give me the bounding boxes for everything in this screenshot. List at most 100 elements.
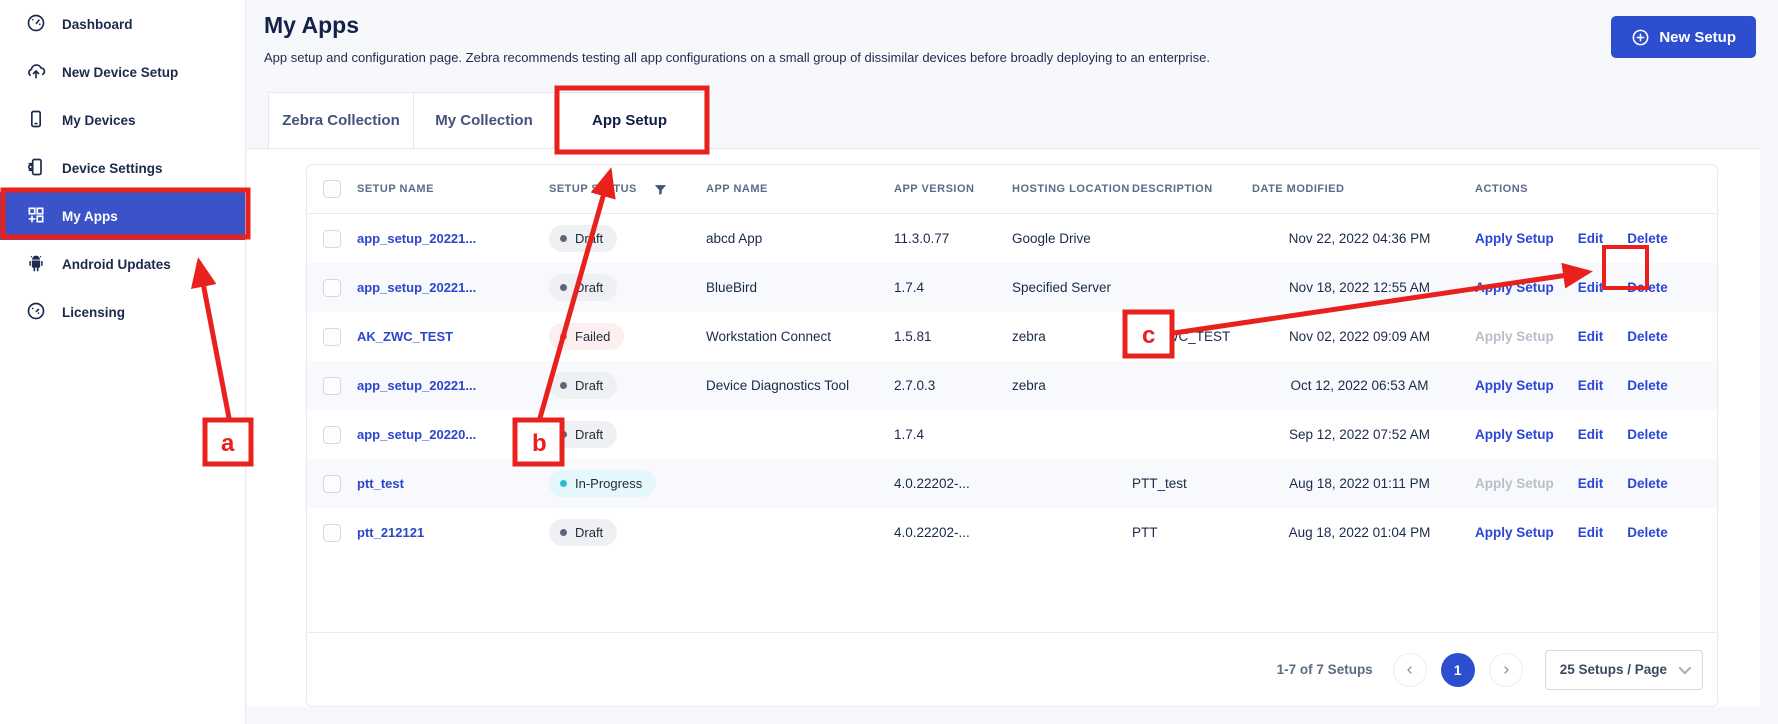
setup-name-link[interactable]: ptt_212121	[357, 525, 424, 540]
status-badge: Draft	[549, 421, 617, 448]
date-modified-cell: Nov 02, 2022 09:09 AM	[1252, 329, 1467, 344]
apply-setup-link[interactable]: Apply Setup	[1475, 231, 1554, 246]
setup-name-link[interactable]: app_setup_20221...	[357, 378, 476, 393]
date-modified-cell: Aug 18, 2022 01:04 PM	[1252, 525, 1467, 540]
status-badge: Draft	[549, 372, 617, 399]
sidebar-item-dashboard[interactable]: Dashboard	[0, 0, 245, 48]
previous-page-button[interactable]	[1393, 653, 1427, 687]
smartphone-icon	[26, 109, 46, 132]
new-setup-label: New Setup	[1659, 29, 1736, 46]
apply-setup-link[interactable]: Apply Setup	[1475, 525, 1554, 540]
select-all-checkbox[interactable]	[323, 180, 341, 198]
app-version-cell: 4.0.22202-...	[894, 525, 1012, 540]
status-label: Draft	[575, 280, 603, 295]
cloud-upload-icon	[26, 61, 46, 84]
status-label: Draft	[575, 525, 603, 540]
app-name-cell: abcd App	[706, 231, 894, 246]
row-checkbox[interactable]	[323, 475, 341, 493]
sidebar-item-label: Android Updates	[62, 257, 171, 272]
app-version-cell: 1.7.4	[894, 427, 1012, 442]
status-label: In-Progress	[575, 476, 642, 491]
chevron-left-icon	[1404, 664, 1416, 676]
next-page-button[interactable]	[1489, 653, 1523, 687]
date-modified-cell: Nov 22, 2022 04:36 PM	[1252, 231, 1467, 246]
delete-link[interactable]: Delete	[1627, 476, 1668, 491]
edit-link[interactable]: Edit	[1578, 231, 1604, 246]
setup-name-link[interactable]: app_setup_20220...	[357, 427, 476, 442]
sidebar-item-label: Licensing	[62, 305, 125, 320]
description-cell: AK_ZWC_TEST	[1132, 329, 1252, 344]
column-header-date-modified: DATE MODIFIED	[1252, 183, 1467, 195]
sidebar-item-new-device-setup[interactable]: New Device Setup	[0, 48, 245, 96]
edit-link[interactable]: Edit	[1578, 280, 1604, 295]
sidebar-item-label: Device Settings	[62, 161, 163, 176]
app-version-cell: 1.7.4	[894, 280, 1012, 295]
status-dot-icon	[560, 480, 567, 487]
page-number-button[interactable]: 1	[1441, 653, 1475, 687]
edit-link[interactable]: Edit	[1578, 329, 1604, 344]
sidebar-item-label: My Apps	[62, 209, 118, 224]
row-checkbox[interactable]	[323, 426, 341, 444]
delete-link[interactable]: Delete	[1627, 329, 1668, 344]
new-setup-button[interactable]: New Setup	[1611, 16, 1756, 58]
app-version-cell: 11.3.0.77	[894, 231, 1012, 246]
sidebar-item-my-devices[interactable]: My Devices	[0, 96, 245, 144]
column-header-hosting-location: HOSTING LOCATION	[1012, 183, 1132, 195]
table-row: app_setup_20221... Draft BlueBird 1.7.4 …	[307, 263, 1717, 312]
app-name-cell: Device Diagnostics Tool	[706, 378, 894, 393]
setup-name-link[interactable]: app_setup_20221...	[357, 280, 476, 295]
pagination-bar: 1-7 of 7 Setups 1 25 Setups / Page	[307, 632, 1717, 706]
row-checkbox[interactable]	[323, 328, 341, 346]
date-modified-cell: Oct 12, 2022 06:53 AM	[1252, 378, 1467, 393]
app-name-cell: Workstation Connect	[706, 329, 894, 344]
table-row: app_setup_20221... Draft abcd App 11.3.0…	[307, 214, 1717, 263]
edit-link[interactable]: Edit	[1578, 525, 1604, 540]
app-version-cell: 4.0.22202-...	[894, 476, 1012, 491]
setup-name-link[interactable]: AK_ZWC_TEST	[357, 329, 453, 344]
sidebar-item-my-apps[interactable]: My Apps	[0, 192, 245, 240]
app-name-cell: BlueBird	[706, 280, 894, 295]
edit-link[interactable]: Edit	[1578, 476, 1604, 491]
page-description: App setup and configuration page. Zebra …	[264, 50, 1210, 65]
tab-app-setup[interactable]: App Setup	[555, 92, 705, 149]
apps-grid-icon	[26, 205, 46, 228]
pagination-summary: 1-7 of 7 Setups	[1277, 662, 1373, 677]
hosting-location-cell: Google Drive	[1012, 231, 1132, 246]
apply-setup-link[interactable]: Apply Setup	[1475, 280, 1554, 295]
table-row: app_setup_20221... Draft Device Diagnost…	[307, 361, 1717, 410]
apply-setup-link[interactable]: Apply Setup	[1475, 427, 1554, 442]
delete-link[interactable]: Delete	[1627, 378, 1668, 393]
setup-name-link[interactable]: app_setup_20221...	[357, 231, 476, 246]
status-label: Draft	[575, 231, 603, 246]
delete-link[interactable]: Delete	[1627, 427, 1668, 442]
row-checkbox[interactable]	[323, 377, 341, 395]
plus-circle-icon	[1631, 28, 1650, 47]
apply-setup-link[interactable]: Apply Setup	[1475, 378, 1554, 393]
row-checkbox[interactable]	[323, 524, 341, 542]
filter-icon[interactable]	[653, 182, 668, 197]
sidebar-item-licensing[interactable]: Licensing	[0, 288, 245, 336]
edit-link[interactable]: Edit	[1578, 378, 1604, 393]
sidebar-item-label: My Devices	[62, 113, 136, 128]
date-modified-cell: Aug 18, 2022 01:11 PM	[1252, 476, 1467, 491]
sidebar-item-device-settings[interactable]: Device Settings	[0, 144, 245, 192]
tab-my-collection[interactable]: My Collection	[414, 92, 555, 149]
column-header-actions: ACTIONS	[1467, 183, 1717, 195]
delete-link[interactable]: Delete	[1627, 280, 1668, 295]
row-checkbox[interactable]	[323, 279, 341, 297]
tab-zebra-collection[interactable]: Zebra Collection	[268, 92, 414, 149]
delete-link[interactable]: Delete	[1627, 231, 1668, 246]
apply-setup-link[interactable]: Apply Setup	[1475, 476, 1554, 491]
sidebar: Dashboard New Device Setup My Devices De…	[0, 0, 246, 724]
status-dot-icon	[560, 333, 567, 340]
setup-name-link[interactable]: ptt_test	[357, 476, 404, 491]
page-size-select[interactable]: 25 Setups / Page	[1545, 650, 1703, 690]
sidebar-item-android-updates[interactable]: Android Updates	[0, 240, 245, 288]
status-badge: Failed	[549, 323, 624, 350]
delete-link[interactable]: Delete	[1627, 525, 1668, 540]
app-version-cell: 2.7.0.3	[894, 378, 1012, 393]
row-checkbox[interactable]	[323, 230, 341, 248]
apply-setup-link[interactable]: Apply Setup	[1475, 329, 1554, 344]
app-version-cell: 1.5.81	[894, 329, 1012, 344]
edit-link[interactable]: Edit	[1578, 427, 1604, 442]
